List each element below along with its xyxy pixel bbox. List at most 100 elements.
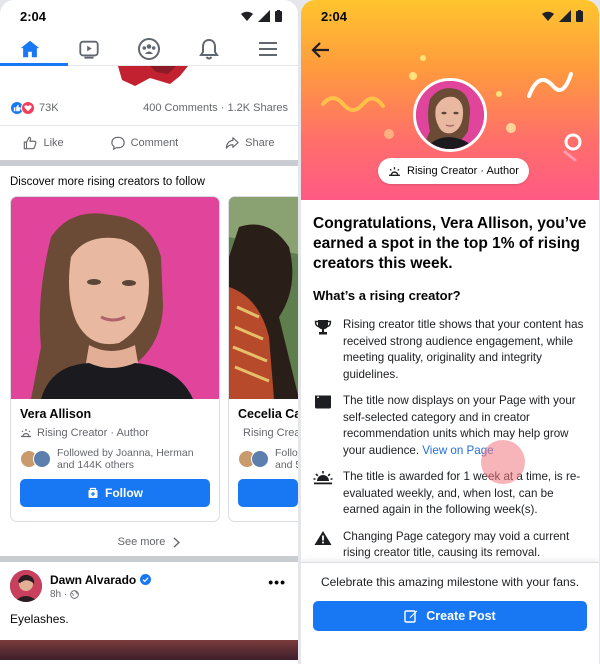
feed-post: Dawn Alvarado 8h · ••• Eyelashes. bbox=[0, 562, 298, 660]
creator-photo-graphic bbox=[229, 197, 298, 399]
post-text: Eyelashes. bbox=[10, 612, 69, 626]
create-post-button[interactable]: Create Post bbox=[313, 601, 587, 631]
post-meta: 8h · bbox=[50, 589, 151, 600]
groups-icon bbox=[137, 37, 160, 60]
share-icon bbox=[225, 137, 239, 149]
menu-icon bbox=[259, 41, 278, 56]
rising-creator-content: Congratulations, Vera Allison, you’ve ea… bbox=[313, 214, 587, 572]
rising-creator-icon bbox=[21, 429, 31, 438]
creator-cards: Vera Allison Rising Creator · Author Fol… bbox=[10, 196, 298, 522]
creator-card[interactable]: Cecelia Car Rising Crea Follo and 5 bbox=[228, 196, 298, 522]
section-heading: What’s a rising creator? bbox=[313, 288, 461, 303]
creator-name[interactable]: Vera Allison bbox=[20, 407, 210, 421]
creator-subtitle-text: Rising Creator · Author bbox=[37, 427, 149, 439]
tab-menu[interactable] bbox=[240, 32, 296, 65]
edit-icon bbox=[404, 610, 418, 623]
comment-icon bbox=[110, 136, 125, 150]
mutual-followers: Followed by Joanna, Herman and 144K othe… bbox=[20, 447, 210, 471]
avatar[interactable] bbox=[10, 570, 42, 602]
tab-watch[interactable] bbox=[61, 32, 117, 65]
congratulations-heading: Congratulations, Vera Allison, you’ve ea… bbox=[313, 215, 587, 272]
bottom-action-bar: Celebrate this amazing milestone with yo… bbox=[301, 562, 599, 664]
like-button[interactable]: Like bbox=[23, 136, 64, 150]
mutual-avatars bbox=[20, 450, 51, 468]
creator-name[interactable]: Cecelia Car bbox=[238, 407, 298, 421]
top-nav bbox=[0, 32, 298, 66]
discover-creators-section: Discover more rising creators to follow bbox=[0, 166, 298, 556]
post-actions: Like Comment Share bbox=[0, 126, 298, 160]
status-time: 2:04 bbox=[321, 8, 348, 24]
creator-subtitle-text: Rising Crea bbox=[243, 427, 298, 439]
notifications-icon bbox=[198, 38, 219, 59]
status-bar: 2:04 bbox=[0, 0, 298, 32]
mutual-followers: Follo and 5 bbox=[238, 447, 298, 471]
post-header: Dawn Alvarado 8h · bbox=[10, 570, 288, 602]
follow-page-icon bbox=[88, 487, 98, 498]
creator-photo[interactable] bbox=[11, 197, 219, 399]
info-text: Changing Page category may void a curren… bbox=[343, 529, 570, 560]
info-text: The title is awarded for 1 week at a tim… bbox=[343, 470, 581, 516]
info-text: The title now displays on your Page with… bbox=[343, 394, 576, 457]
comment-label: Comment bbox=[130, 137, 179, 149]
discover-title: Discover more rising creators to follow bbox=[10, 176, 205, 188]
avatar bbox=[33, 450, 51, 468]
reaction-summary[interactable]: 73K bbox=[10, 100, 59, 115]
touch-indicator bbox=[481, 440, 525, 484]
comments-shares-count[interactable]: 400 Comments · 1.2K Shares bbox=[143, 102, 288, 114]
post-author[interactable]: Dawn Alvarado bbox=[50, 572, 152, 587]
reaction-count: 73K bbox=[39, 101, 59, 114]
wifi-icon bbox=[542, 11, 554, 21]
home-icon bbox=[20, 40, 39, 57]
share-button[interactable]: Share bbox=[225, 136, 275, 150]
trophy-icon bbox=[313, 317, 333, 383]
info-item: Changing Page category may void a curren… bbox=[313, 529, 587, 562]
follow-button[interactable] bbox=[238, 479, 298, 507]
avatar bbox=[413, 78, 487, 152]
warning-icon bbox=[313, 529, 333, 562]
info-list: Rising creator title shows that your con… bbox=[313, 317, 587, 562]
status-icons bbox=[241, 10, 282, 22]
footer-message: Celebrate this amazing milestone with yo… bbox=[320, 575, 580, 589]
rising-creator-screen: 2:04 Rising Creator · Author Congratulat… bbox=[301, 0, 599, 664]
like-label: Like bbox=[43, 137, 64, 149]
battery-icon bbox=[576, 10, 583, 22]
feed-screen: 2:04 73K 400 Comments · 1.2K Shares Like… bbox=[0, 0, 298, 664]
see-more-link[interactable]: See more bbox=[10, 536, 298, 548]
rising-creator-badge-text: Rising Creator · Author bbox=[407, 165, 519, 177]
post-image-graphic bbox=[118, 66, 188, 86]
more-options-icon[interactable]: ••• bbox=[268, 574, 286, 590]
creator-card[interactable]: Vera Allison Rising Creator · Author Fol… bbox=[10, 196, 220, 522]
follow-label: Follow bbox=[105, 486, 143, 500]
back-button[interactable] bbox=[311, 40, 331, 65]
sunrise-icon bbox=[313, 469, 333, 519]
post-image[interactable] bbox=[0, 66, 298, 90]
signal-icon bbox=[559, 10, 571, 22]
post-stats: 73K 400 Comments · 1.2K Shares bbox=[0, 90, 298, 126]
post-image[interactable] bbox=[0, 640, 298, 660]
mutual-followers-text: Followed by Joanna, Herman and 144K othe… bbox=[57, 447, 194, 471]
info-item: The title now displays on your Page with… bbox=[313, 393, 587, 459]
avatar bbox=[251, 450, 269, 468]
creator-subtitle: Rising Creator · Author bbox=[20, 427, 210, 439]
rising-creator-badge: Rising Creator · Author bbox=[378, 158, 529, 184]
info-text: Rising creator title shows that your con… bbox=[343, 318, 584, 381]
tab-home[interactable] bbox=[0, 32, 68, 66]
follow-button[interactable]: Follow bbox=[20, 479, 210, 507]
creator-card-body: Vera Allison Rising Creator · Author Fol… bbox=[11, 399, 219, 515]
signal-icon bbox=[258, 10, 270, 22]
creator-photo[interactable] bbox=[229, 197, 298, 399]
watch-icon bbox=[79, 40, 100, 59]
post-author-name: Dawn Alvarado bbox=[50, 572, 137, 587]
tab-notifications[interactable] bbox=[181, 32, 237, 65]
tab-groups[interactable] bbox=[121, 32, 177, 65]
status-icons bbox=[542, 10, 583, 22]
reaction-badges bbox=[10, 100, 35, 115]
info-item: The title is awarded for 1 week at a tim… bbox=[313, 469, 587, 519]
back-arrow-icon bbox=[311, 42, 329, 58]
comment-button[interactable]: Comment bbox=[110, 136, 179, 150]
share-label: Share bbox=[245, 137, 275, 149]
status-time: 2:04 bbox=[20, 8, 47, 24]
creator-photo-graphic bbox=[11, 197, 219, 399]
verified-badge-icon bbox=[140, 574, 152, 585]
creator-subtitle: Rising Crea bbox=[238, 427, 298, 439]
